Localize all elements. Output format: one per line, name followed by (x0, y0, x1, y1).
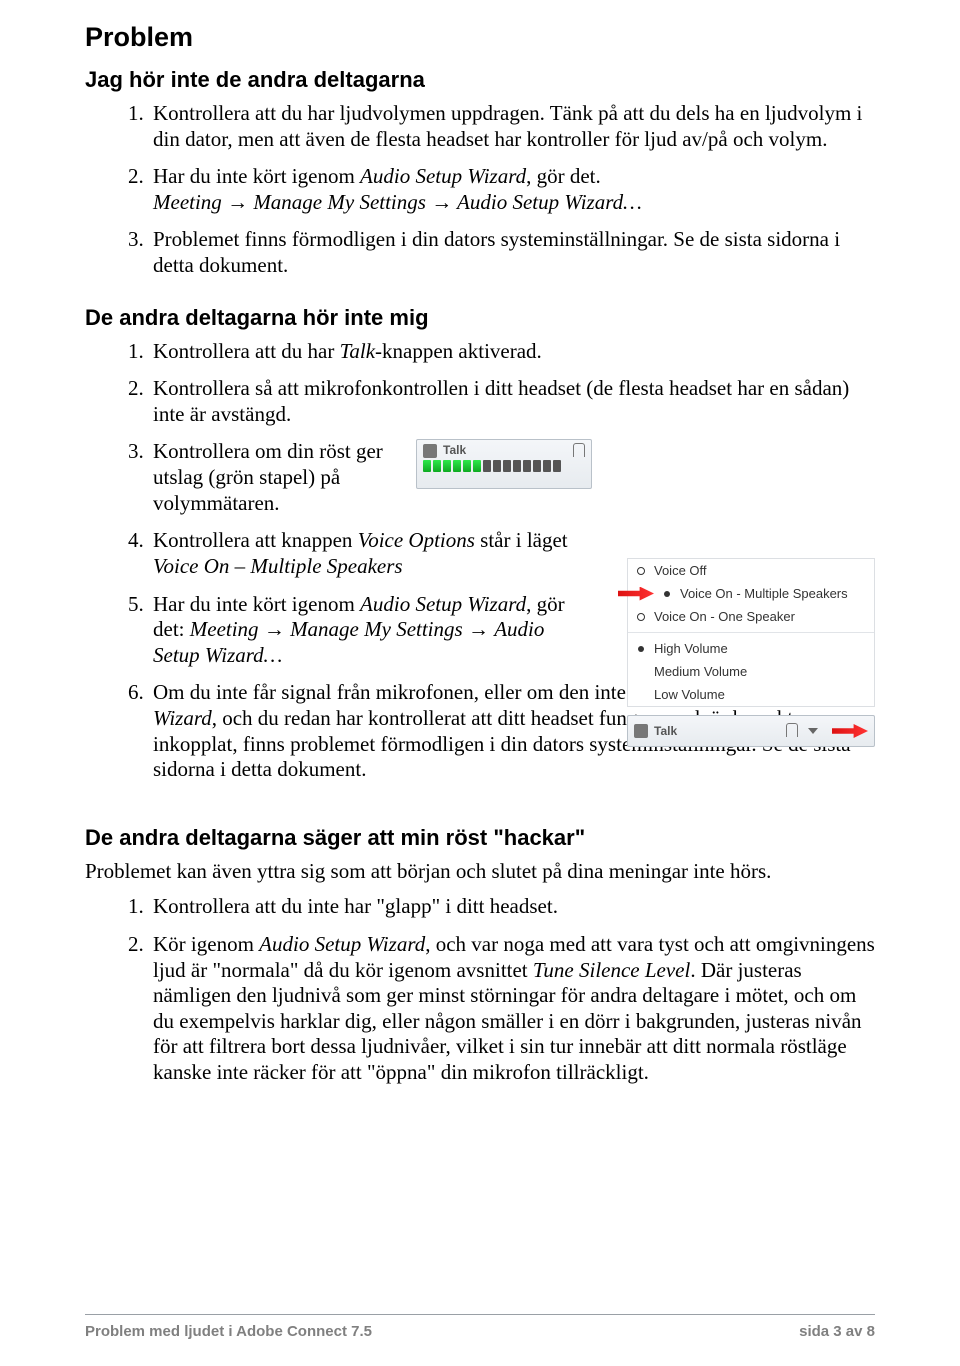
text: Kontrollera att knappen (153, 528, 358, 552)
text-italic: Voice On – Multiple Speakers (153, 554, 403, 578)
voice-options-menu: Voice Off Voice On - Multiple Speakers V… (627, 558, 875, 707)
text-italic: Meeting (153, 190, 227, 214)
menu-item-medium-volume[interactable]: Medium Volume (628, 660, 874, 683)
menu-item-voice-on-multi[interactable]: Voice On - Multiple Speakers (628, 582, 874, 605)
arrow-icon: → (227, 191, 248, 214)
text-italic: Tune Silence Level (533, 958, 690, 982)
pointer-arrow-icon (832, 724, 868, 738)
menu-separator (628, 632, 874, 633)
menu-label: Voice On - Multiple Speakers (680, 586, 848, 601)
list-item: Har du inte kört igenom Audio Setup Wiza… (149, 164, 875, 215)
text-italic: Audio Setup Wizard (360, 592, 526, 616)
talk-label: Talk (443, 443, 466, 458)
text-italic: Audio Setup Wizard… (452, 190, 642, 214)
text-italic: Audio Setup Wizard (259, 932, 425, 956)
text-italic: Meeting (190, 617, 264, 641)
talk-label: Talk (654, 724, 677, 738)
lock-icon (786, 723, 798, 737)
chevron-down-icon (808, 728, 818, 734)
list-item: Har du inte kört igenom Audio Setup Wiza… (149, 592, 583, 669)
page-title: Problem (85, 22, 875, 53)
section1-heading: Jag hör inte de andra deltagarna (85, 67, 875, 93)
menu-item-high-volume[interactable]: High Volume (628, 637, 874, 660)
list-item: Kontrollera att du inte har "glapp" i di… (149, 894, 875, 920)
page-footer: Problem med ljudet i Adobe Connect 7.5 s… (85, 1314, 875, 1340)
text: , gör det. (526, 164, 601, 188)
arrow-icon: → (264, 618, 285, 641)
text-italic: Manage My Settings (248, 190, 431, 214)
menu-label: High Volume (654, 641, 728, 656)
radio-selected-icon (664, 591, 670, 597)
microphone-icon (423, 444, 437, 458)
text: Har du inte kört igenom (153, 164, 360, 188)
text: Kontrollera att du har (153, 339, 340, 363)
section3-heading: De andra deltagarna säger att min röst "… (85, 825, 875, 851)
menu-item-voice-on-one[interactable]: Voice On - One Speaker (628, 605, 874, 628)
menu-label: Low Volume (654, 687, 725, 702)
radio-unselected-icon (637, 613, 645, 621)
text: Kör igenom (153, 932, 259, 956)
footer-left: Problem med ljudet i Adobe Connect 7.5 (85, 1323, 372, 1340)
text: står i läget (475, 528, 568, 552)
list-item: Kontrollera om din röst ger utslag (grön… (149, 439, 875, 516)
menu-label: Voice Off (654, 563, 707, 578)
text: Kontrollera om din röst ger utslag (grön… (153, 439, 398, 516)
text: Har du inte kört igenom (153, 592, 360, 616)
section3-list: Kontrollera att du inte har "glapp" i di… (85, 894, 875, 1085)
text-italic: Voice Options (358, 528, 475, 552)
list-item: Kontrollera att du har ljudvolymen uppdr… (149, 101, 875, 152)
lock-icon (573, 443, 585, 457)
volume-meter (417, 460, 591, 476)
menu-label: Voice On - One Speaker (654, 609, 795, 624)
section2-heading: De andra deltagarna hör inte mig (85, 305, 875, 331)
arrow-icon: → (468, 618, 489, 641)
list-item: Kontrollera så att mikrofonkontrollen i … (149, 376, 875, 427)
text-italic: Talk (340, 339, 375, 363)
text-italic: Audio Setup Wizard (360, 164, 526, 188)
footer-rule (85, 1314, 875, 1315)
list-item: Kör igenom Audio Setup Wizard, och var n… (149, 932, 875, 1086)
menu-label: Medium Volume (654, 664, 747, 679)
microphone-icon (634, 724, 648, 738)
section1-list: Kontrollera att du har ljudvolymen uppdr… (85, 101, 875, 279)
text-italic: Manage My Settings (285, 617, 468, 641)
section3-intro: Problemet kan även yttra sig som att bör… (85, 859, 875, 885)
menu-item-voice-off[interactable]: Voice Off (628, 559, 874, 582)
list-item: Kontrollera att du har Talk-knappen akti… (149, 339, 875, 365)
talk-toolbar[interactable]: Talk (627, 715, 875, 747)
list-item: Problemet finns förmodligen i din dators… (149, 227, 875, 278)
footer-right: sida 3 av 8 (799, 1323, 875, 1340)
radio-unselected-icon (637, 567, 645, 575)
radio-selected-icon (638, 646, 644, 652)
menu-item-low-volume[interactable]: Low Volume (628, 683, 874, 706)
list-item: Kontrollera att knappen Voice Options st… (149, 528, 583, 579)
talk-volume-widget[interactable]: Talk (416, 439, 592, 489)
text: -knappen aktiverad. (375, 339, 542, 363)
arrow-icon: → (431, 191, 452, 214)
